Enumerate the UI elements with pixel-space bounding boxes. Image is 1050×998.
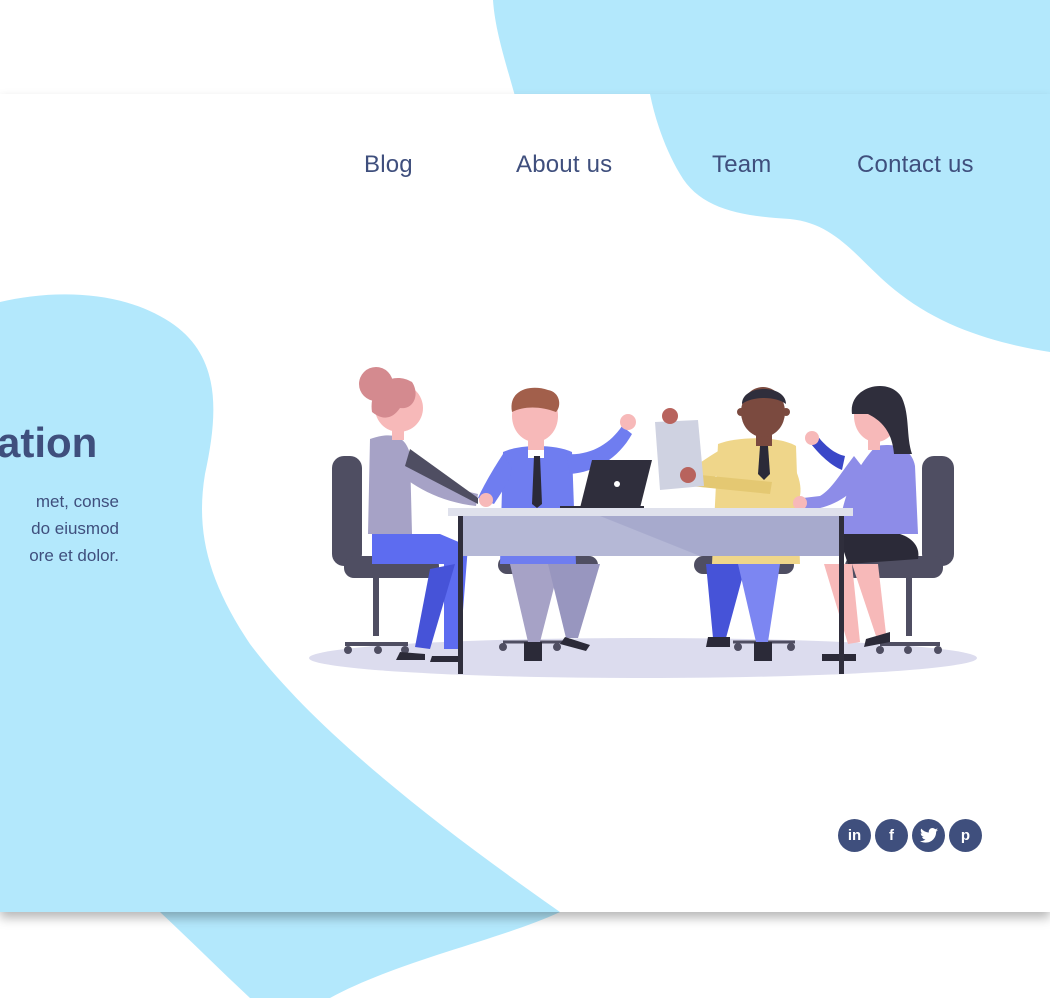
facebook-icon[interactable]: f (875, 819, 908, 852)
top-right-blob (493, 0, 1050, 96)
twitter-icon[interactable]: t (912, 819, 945, 852)
linkedin-icon[interactable]: in (838, 819, 871, 852)
twitter-bird-shape (919, 828, 938, 843)
facebook-glyph: f (889, 827, 894, 844)
linkedin-glyph: in (847, 827, 862, 844)
top-nav: Blog About us Team Contact us (0, 151, 1050, 181)
hero-description: met, conse do eiusmod ore et dolor. (29, 488, 119, 569)
hero-description-line: do eiusmod (31, 519, 119, 538)
bottom-left-blob (160, 912, 560, 998)
landing-card: Blog About us Team Contact us ation met,… (0, 94, 1050, 912)
nav-blog-link[interactable]: Blog (364, 151, 413, 179)
nav-contact-us-link[interactable]: Contact us (857, 151, 974, 179)
hero-description-line: ore et dolor. (29, 546, 119, 565)
meeting-illustration (309, 367, 977, 678)
nav-team-link[interactable]: Team (712, 151, 772, 179)
pinterest-glyph: p (960, 827, 971, 844)
nav-about-us-link[interactable]: About us (516, 151, 612, 179)
hero-description-line: met, conse (35, 492, 119, 511)
page-root: Blog About us Team Contact us ation met,… (0, 0, 1050, 998)
pinterest-icon[interactable]: p (949, 819, 982, 852)
card-artwork (0, 94, 1050, 912)
social-links: in f t p (838, 819, 982, 852)
card-left-blob (0, 294, 560, 912)
hero-title: ation (0, 419, 98, 466)
card-top-right-blob (650, 94, 1050, 352)
document (655, 408, 704, 490)
